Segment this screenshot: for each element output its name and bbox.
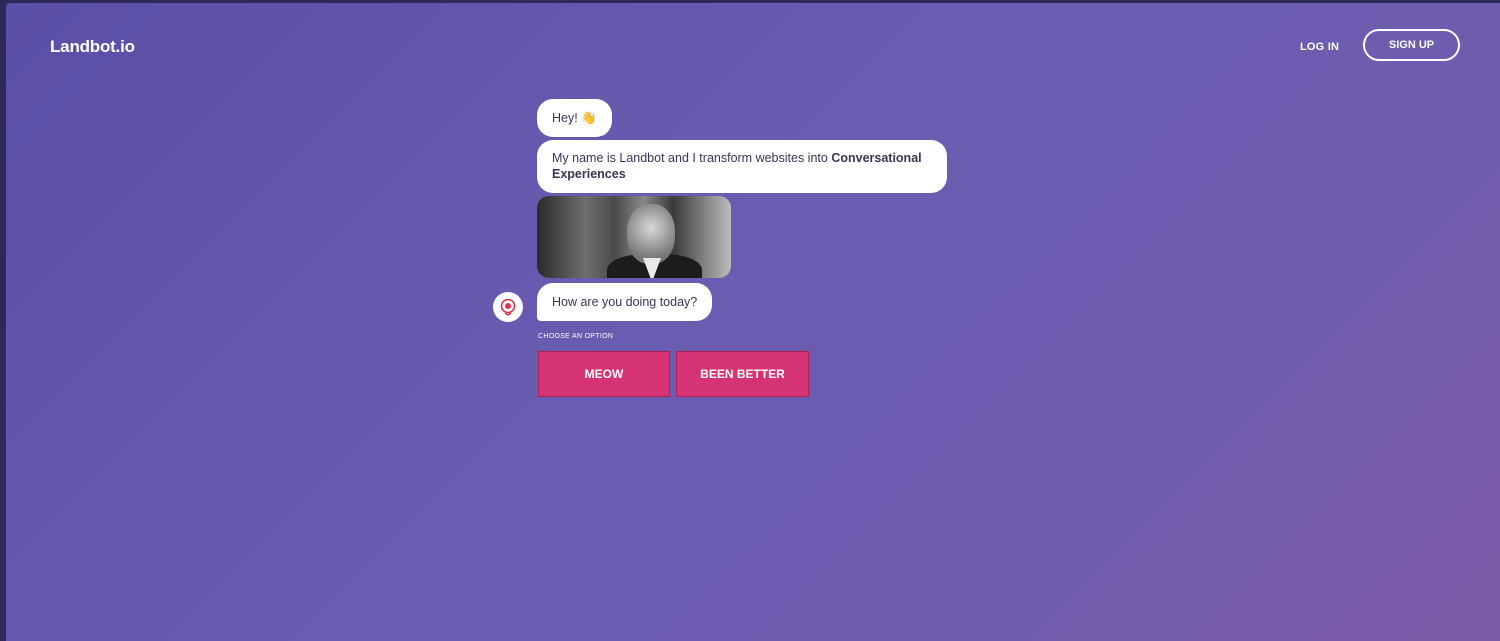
question-text: How are you doing today? bbox=[552, 295, 698, 309]
landing-page: Landbot.io LOG IN SIGN UP Hey! 👋 My name… bbox=[6, 3, 1500, 641]
chat-bubble-intro: My name is Landbot and I transform websi… bbox=[537, 140, 947, 193]
logo[interactable]: Landbot.io bbox=[50, 37, 135, 57]
greeting-text: Hey! 👋 bbox=[552, 111, 597, 125]
option-been-better-button[interactable]: BEEN BETTER bbox=[676, 351, 809, 397]
option-meow-button[interactable]: MEOW bbox=[538, 351, 670, 397]
chat-bubble-greeting: Hey! 👋 bbox=[537, 99, 612, 137]
choose-option-label: CHOOSE AN OPTION bbox=[538, 333, 614, 340]
chat-bubble-question: How are you doing today? bbox=[537, 283, 713, 321]
intro-text: My name is Landbot and I transform websi… bbox=[552, 151, 832, 165]
bot-avatar-icon bbox=[493, 292, 523, 322]
signup-button[interactable]: SIGN UP bbox=[1363, 29, 1460, 61]
login-link[interactable]: LOG IN bbox=[1300, 41, 1339, 53]
gif-image bbox=[537, 196, 731, 278]
